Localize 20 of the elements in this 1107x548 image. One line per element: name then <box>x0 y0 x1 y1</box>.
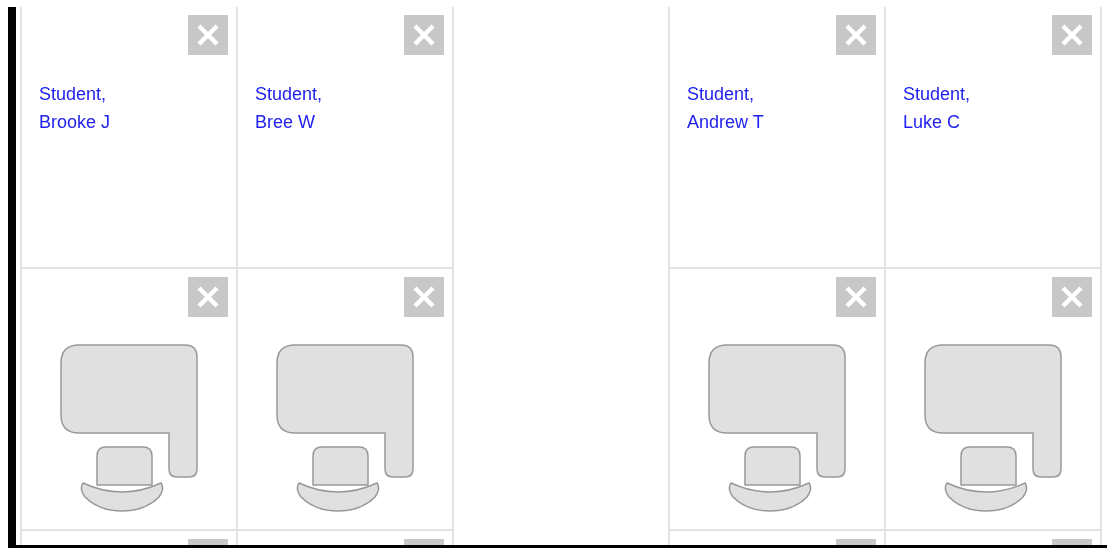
close-icon <box>1060 23 1084 47</box>
student-name-link[interactable]: Student, Andrew T <box>687 80 764 136</box>
close-icon <box>196 285 220 309</box>
close-button[interactable] <box>1052 15 1092 55</box>
close-button[interactable] <box>188 277 228 317</box>
close-button[interactable] <box>404 277 444 317</box>
student-name-link[interactable]: Student, Brooke J <box>39 80 111 136</box>
close-icon <box>844 285 868 309</box>
close-icon <box>196 23 220 47</box>
close-icon <box>1060 285 1084 309</box>
close-icon <box>412 23 436 47</box>
close-icon <box>412 285 436 309</box>
close-button[interactable] <box>188 15 228 55</box>
close-button[interactable] <box>836 277 876 317</box>
student-name-link[interactable]: Student, Bree W <box>255 80 323 136</box>
close-button[interactable] <box>1052 277 1092 317</box>
close-button[interactable] <box>836 15 876 55</box>
close-button[interactable] <box>404 15 444 55</box>
student-name-link[interactable]: Student, Luke C <box>903 80 971 136</box>
close-icon <box>844 23 868 47</box>
